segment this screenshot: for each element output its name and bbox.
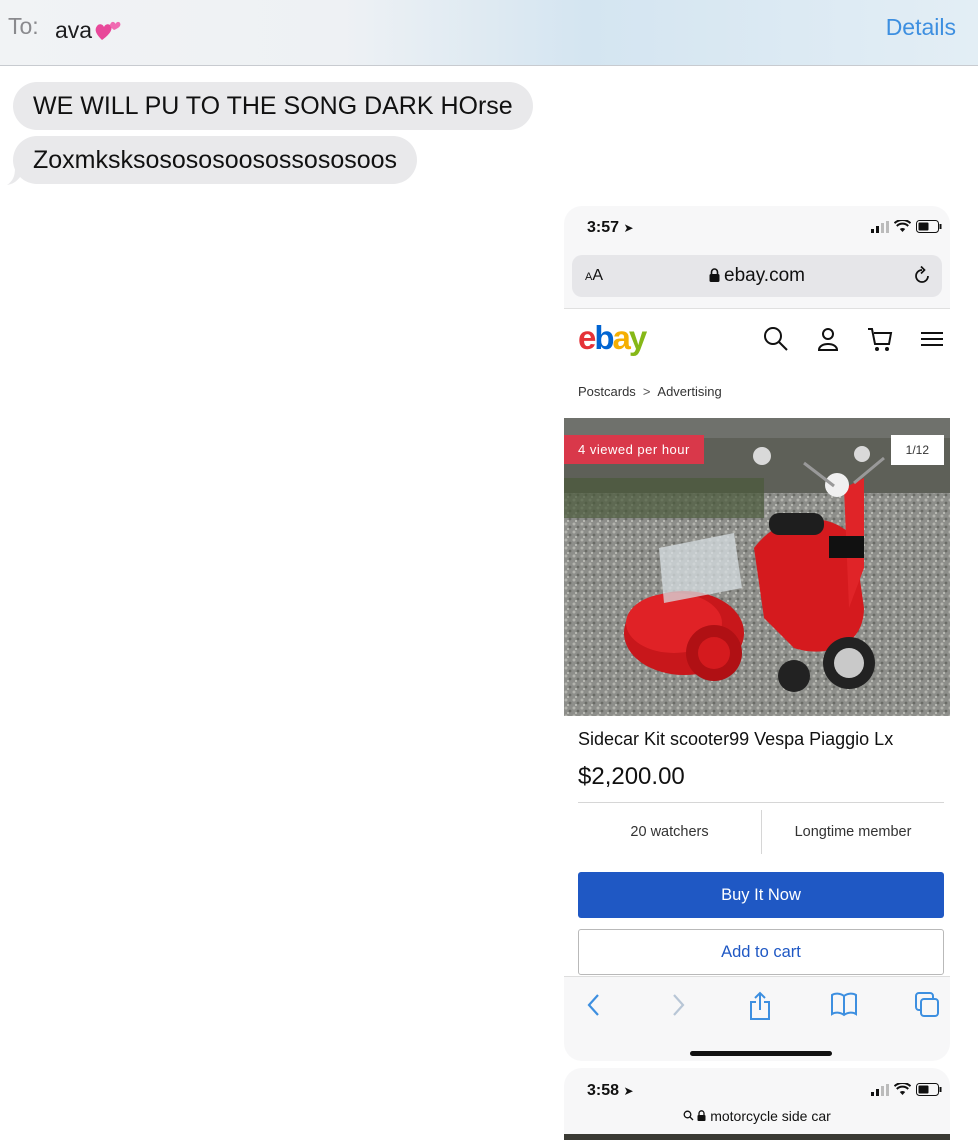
lock-icon bbox=[709, 268, 720, 282]
reload-icon[interactable] bbox=[912, 265, 932, 285]
item-stats: 20 watchers Longtime member bbox=[578, 810, 944, 854]
status-time: 3:57 ➤ bbox=[587, 219, 634, 236]
item-title: Sidecar Kit scooter99 Vespa Piaggio Lx bbox=[578, 729, 894, 749]
two-hearts-icon bbox=[95, 21, 121, 40]
safari-toolbar bbox=[564, 976, 950, 1036]
to-label: To: bbox=[8, 13, 39, 39]
buy-it-now-button[interactable]: Buy It Now bbox=[578, 872, 944, 918]
bubble-tail bbox=[7, 168, 25, 185]
ebay-navbar: ebay bbox=[564, 308, 950, 370]
share-icon[interactable] bbox=[748, 991, 772, 1021]
menu-icon[interactable] bbox=[918, 325, 946, 353]
message-bubble[interactable]: Zoxmksksosososoosossososoos bbox=[13, 136, 418, 184]
search-icon bbox=[683, 1110, 694, 1121]
wifi-icon bbox=[894, 220, 911, 232]
wifi-icon bbox=[894, 1083, 911, 1095]
signal-icon bbox=[871, 220, 889, 233]
lock-icon bbox=[697, 1110, 706, 1121]
message-bubble[interactable]: WE WILL PU TO THE SONG DARK HOrse bbox=[13, 82, 533, 130]
battery-icon bbox=[916, 220, 942, 233]
item-info: Sidecar Kit scooter99 Vespa Piaggio Lx $… bbox=[564, 716, 950, 976]
url-text: ebay.com bbox=[572, 265, 942, 287]
viewed-per-hour-badge: 4 viewed per hour bbox=[564, 435, 704, 464]
status-bar: 3:57 ➤ bbox=[564, 206, 950, 250]
image-counter: 1/12 bbox=[890, 435, 944, 465]
divider bbox=[578, 802, 944, 803]
tabs-icon[interactable] bbox=[914, 991, 940, 1019]
search-query[interactable]: motorcycle side car bbox=[564, 1108, 950, 1124]
breadcrumb-item[interactable]: Postcards bbox=[578, 384, 636, 399]
user-icon[interactable] bbox=[814, 325, 842, 353]
conversation-header: To: ava Details bbox=[0, 0, 978, 66]
details-link[interactable]: Details bbox=[886, 14, 956, 41]
attached-screenshot[interactable]: 3:58 ➤ motorcycle side car bbox=[564, 1068, 950, 1140]
status-time: 3:58 ➤ bbox=[587, 1082, 634, 1099]
breadcrumb-item[interactable]: Advertising bbox=[657, 384, 721, 399]
add-to-cart-button[interactable]: Add to cart bbox=[578, 929, 944, 975]
search-icon[interactable] bbox=[762, 325, 790, 353]
attached-screenshot[interactable]: 3:57 ➤ AA ebay.com ebay Postcards > Adve… bbox=[564, 206, 950, 1061]
signal-icon bbox=[871, 1083, 889, 1096]
seller-badge: Longtime member bbox=[761, 810, 944, 854]
bookmarks-icon[interactable] bbox=[830, 991, 858, 1017]
breadcrumb: Postcards > Advertising bbox=[564, 370, 950, 418]
watchers-count: 20 watchers bbox=[630, 824, 709, 840]
messages-screen: { "header": { "to_label": "To:", "recipi… bbox=[0, 0, 978, 1140]
cart-icon[interactable] bbox=[866, 325, 894, 353]
item-photo[interactable]: 4 viewed per hour 1/12 bbox=[564, 418, 950, 716]
battery-icon bbox=[916, 1083, 942, 1096]
item-price: $2,200.00 bbox=[578, 763, 685, 790]
forward-icon[interactable] bbox=[668, 991, 688, 1019]
results-image-strip bbox=[564, 1134, 950, 1140]
ebay-logo[interactable]: ebay bbox=[578, 319, 647, 357]
recipient-text: ava bbox=[55, 17, 93, 43]
home-indicator bbox=[690, 1051, 832, 1056]
address-bar[interactable]: AA ebay.com bbox=[572, 255, 942, 297]
recipient-name[interactable]: ava bbox=[55, 14, 124, 44]
back-icon[interactable] bbox=[584, 991, 604, 1019]
breadcrumb-separator: > bbox=[642, 384, 651, 399]
